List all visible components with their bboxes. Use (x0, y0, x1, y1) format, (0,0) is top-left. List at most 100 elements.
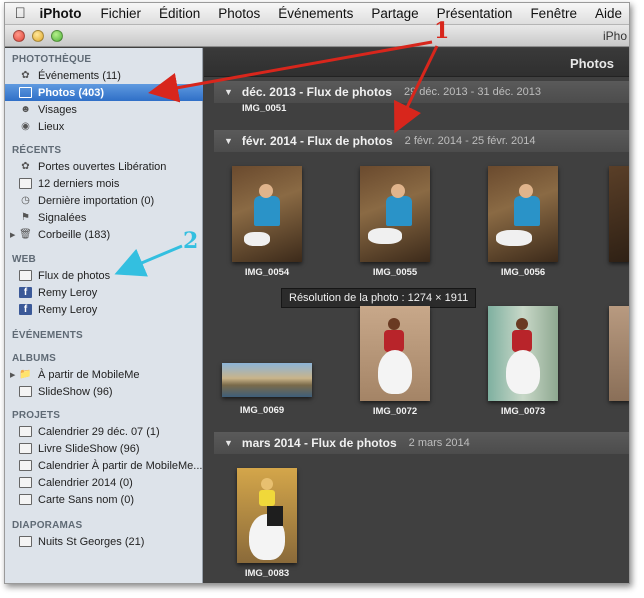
sidebar-item-last-import[interactable]: ◷ Dernière importation (0) (5, 192, 203, 209)
menu-photos[interactable]: Photos (209, 6, 269, 21)
faces-icon: ☻ (20, 104, 31, 115)
places-icon: ◉ (21, 121, 30, 132)
sidebar-item-nuits-st-georges[interactable]: Nuits St Georges (21) (5, 533, 203, 550)
photo-browser: Photos ▼ déc. 2013 - Flux de photos 29 d… (204, 48, 629, 583)
section-header-mar-2014[interactable]: ▼ mars 2014 - Flux de photos 2 mars 2014 (214, 432, 629, 454)
sidebar-item-label: Calendrier 29 déc. 07 (1) (38, 425, 160, 438)
sidebar-item-label: 12 derniers mois (38, 177, 120, 190)
sidebar-item-label: Remy Leroy (38, 286, 98, 299)
sidebar-item-trash[interactable]: ▶ 🗑 Corbeille (183) (5, 226, 203, 243)
sidebar-item-label: Événements (11) (38, 69, 121, 82)
sidebar-item-calendar-2014[interactable]: Calendrier 2014 (0) (5, 474, 203, 491)
sidebar-item-book-slideshow[interactable]: Livre SlideShow (96) (5, 440, 203, 457)
sidebar-item-label: Dernière importation (0) (38, 194, 155, 207)
photo-caption: IMG_0056 (500, 267, 546, 278)
album-icon (19, 386, 32, 397)
photo-image (360, 306, 430, 401)
photo-caption: IMG_0055 (372, 267, 418, 278)
sidebar-item-portes-ouvertes[interactable]: ✿ Portes ouvertes Libération (5, 158, 203, 175)
sidebar-item-calendar-mobileme[interactable]: Calendrier À partir de MobileMe... (5, 457, 203, 474)
section-name: févr. 2014 - Flux de photos (241, 134, 393, 148)
section-title-web: WEB (12, 254, 36, 265)
section-dates: 2 févr. 2014 - 25 févr. 2014 (404, 135, 536, 147)
disclosure-triangle-icon[interactable]: ▶ (10, 231, 15, 239)
photo-image (360, 166, 430, 262)
sidebar-item-label: SlideShow (96) (38, 385, 113, 398)
trash-icon: 🗑 (19, 229, 32, 240)
sidebar-item-label: Visages (38, 103, 77, 116)
browser-title: Photos (569, 56, 614, 71)
sidebar-item-label: Lieux (38, 120, 65, 133)
sidebar-item-facebook-1[interactable]: f Remy Leroy (5, 284, 203, 301)
calendar-project-icon (19, 460, 32, 471)
photo-caption: IMG_0073 (500, 406, 546, 417)
sidebar-item-label: Calendrier À partir de MobileMe... (38, 459, 203, 472)
sidebar-item-mobileme-folder[interactable]: ▶ 📁 À partir de MobileMe (5, 366, 203, 383)
photo-image (488, 306, 558, 401)
disclosure-down-icon[interactable]: ▼ (224, 438, 233, 448)
sidebar-item-events[interactable]: ✿ Événements (11) (5, 67, 203, 84)
source-list-sidebar: PHOTOTHÈQUE ✿ Événements (11) Photos (40… (5, 48, 203, 583)
iphoto-window:  iPhoto Fichier Édition Photos Événemen… (4, 2, 630, 584)
apple-icon[interactable]:  (5, 5, 35, 22)
sidebar-item-card-untitled[interactable]: Carte Sans nom (0) (5, 491, 203, 508)
sidebar-item-label: Portes ouvertes Libération (38, 160, 167, 173)
zoom-window-button[interactable] (51, 30, 63, 42)
sidebar-item-flagged[interactable]: ⚑ Signalées (5, 209, 203, 226)
sidebar-item-facebook-2[interactable]: f Remy Leroy (5, 301, 203, 318)
menu-edition[interactable]: Édition (150, 6, 209, 21)
menu-partage[interactable]: Partage (362, 6, 427, 21)
sidebar-item-slideshow-album[interactable]: SlideShow (96) (5, 383, 203, 400)
annotation-number-2: 2 (183, 228, 199, 254)
menu-aide[interactable]: Aide (586, 6, 629, 21)
photo-caption: IMG_0069 (239, 405, 285, 416)
sidebar-item-last-12-months[interactable]: 12 derniers mois (5, 175, 203, 192)
section-title-library: PHOTOTHÈQUE (12, 54, 92, 65)
disclosure-down-icon[interactable]: ▼ (224, 87, 233, 97)
sidebar-item-faces[interactable]: ☻ Visages (5, 101, 203, 118)
menu-fenetre[interactable]: Fenêtre (521, 6, 586, 21)
section-name: mars 2014 - Flux de photos (241, 436, 397, 450)
browser-header: Photos (204, 48, 629, 77)
title-bar: iPho (5, 25, 629, 47)
card-icon (19, 494, 32, 505)
photo-image (237, 468, 297, 563)
events-icon: ✿ (21, 70, 30, 81)
disclosure-down-icon[interactable]: ▼ (224, 136, 233, 146)
sidebar-item-calendar-2907[interactable]: Calendrier 29 déc. 07 (1) (5, 423, 203, 440)
sidebar-item-label: À partir de MobileMe (38, 368, 140, 381)
photo-image (232, 166, 302, 262)
menu-bar:  iPhoto Fichier Édition Photos Événemen… (5, 3, 629, 25)
photos-icon (19, 87, 32, 98)
event-icon: ✿ (21, 161, 30, 172)
menu-evenements[interactable]: Événements (269, 6, 362, 21)
photo-caption: IMG_0072 (372, 406, 418, 417)
minimize-window-button[interactable] (32, 30, 44, 42)
calendar-project-icon (19, 426, 32, 437)
sidebar-item-label: Corbeille (183) (38, 228, 111, 241)
close-window-button[interactable] (13, 30, 25, 42)
sidebar-item-photos[interactable]: Photos (403) (5, 84, 203, 101)
sidebar-item-label: Photos (403) (38, 86, 105, 99)
slideshow-icon (19, 536, 32, 547)
section-title-events: ÉVÉNEMENTS (12, 330, 83, 341)
import-icon: ◷ (21, 195, 30, 206)
sidebar-item-label: Calendrier 2014 (0) (38, 476, 133, 489)
section-title-slideshows: DIAPORAMAS (12, 520, 83, 531)
sidebar-item-places[interactable]: ◉ Lieux (5, 118, 203, 135)
sidebar-item-label: Carte Sans nom (0) (38, 493, 134, 506)
menu-fichier[interactable]: Fichier (91, 6, 150, 21)
section-header-dec-2013[interactable]: ▼ déc. 2013 - Flux de photos 29 déc. 201… (214, 81, 629, 103)
disclosure-triangle-icon[interactable]: ▶ (10, 371, 15, 379)
folder-icon: 📁 (19, 369, 32, 380)
resolution-tooltip: Résolution de la photo : 1274 × 1911 (281, 288, 477, 308)
sidebar-item-photostream[interactable]: Flux de photos (5, 267, 203, 284)
menu-app-name[interactable]: iPhoto (35, 6, 91, 21)
section-dates: 2 mars 2014 (408, 437, 470, 449)
facebook-icon: f (19, 304, 32, 315)
section-name: déc. 2013 - Flux de photos (241, 85, 392, 99)
section-header-feb-2014[interactable]: ▼ févr. 2014 - Flux de photos 2 févr. 20… (214, 130, 629, 152)
book-icon (19, 443, 32, 454)
section-dates: 29 déc. 2013 - 31 déc. 2013 (403, 86, 541, 98)
photostream-icon (19, 270, 32, 281)
